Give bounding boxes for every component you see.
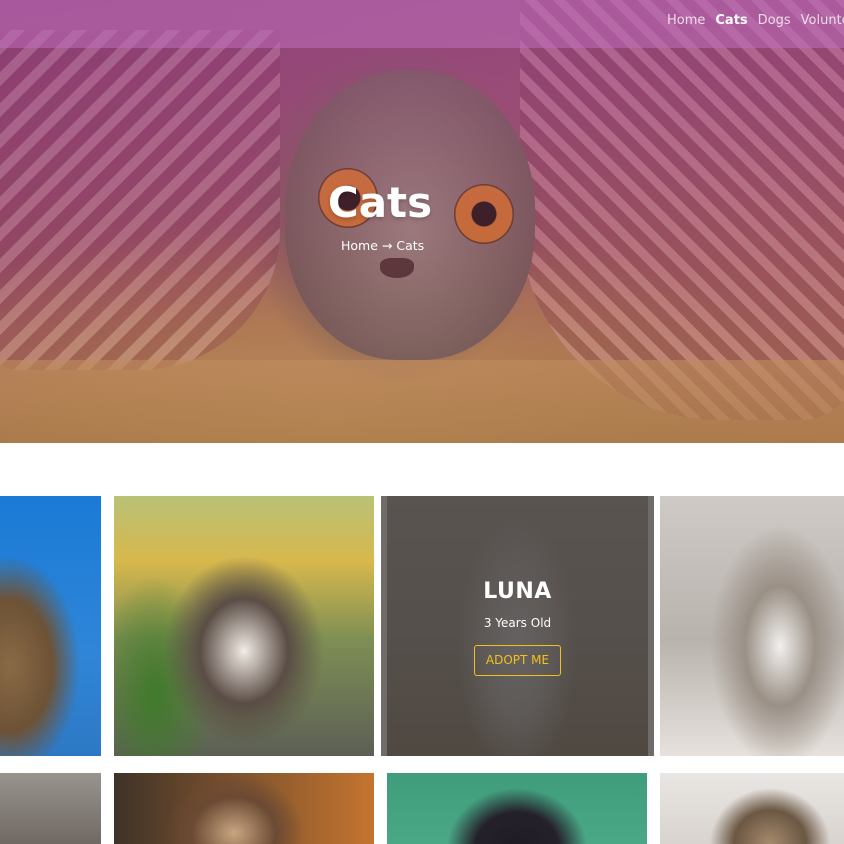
cat-card[interactable] bbox=[0, 773, 101, 844]
cat-photo bbox=[0, 496, 101, 756]
nav-link-home[interactable]: Home bbox=[667, 13, 705, 28]
breadcrumb-separator: → bbox=[381, 238, 393, 253]
cat-card[interactable] bbox=[114, 496, 374, 756]
cat-age: 3 Years Old bbox=[483, 616, 552, 630]
cat-name: LUNA bbox=[483, 579, 552, 604]
hero-banner: Cats Home → Cats bbox=[0, 0, 844, 443]
cat-card[interactable] bbox=[0, 496, 101, 756]
cat-card[interactable] bbox=[660, 496, 844, 756]
page-title: Cats bbox=[327, 178, 433, 227]
cat-photo bbox=[114, 496, 374, 756]
adopt-me-button[interactable]: ADOPT ME bbox=[474, 645, 561, 676]
navbar: Home Cats Dogs Volunte bbox=[0, 0, 844, 48]
cat-photo bbox=[387, 773, 647, 844]
nav-menu: Home Cats Dogs Volunte bbox=[667, 13, 844, 28]
nav-link-dogs[interactable]: Dogs bbox=[758, 13, 791, 28]
breadcrumb: Home → Cats bbox=[341, 238, 424, 253]
breadcrumb-current: Cats bbox=[396, 238, 425, 253]
cat-photo bbox=[660, 496, 844, 756]
cat-card[interactable] bbox=[387, 773, 647, 844]
cat-card[interactable] bbox=[114, 773, 374, 844]
cat-photo bbox=[660, 773, 844, 844]
cat-card-featured[interactable]: LUNA 3 Years Old ADOPT ME bbox=[381, 496, 654, 756]
nav-link-cats[interactable]: Cats bbox=[715, 13, 747, 28]
cat-photo bbox=[114, 773, 374, 844]
cat-card[interactable] bbox=[660, 773, 844, 844]
breadcrumb-home-link[interactable]: Home bbox=[341, 238, 378, 253]
cat-photo bbox=[0, 773, 101, 844]
nav-link-volunteer[interactable]: Volunte bbox=[801, 13, 844, 28]
